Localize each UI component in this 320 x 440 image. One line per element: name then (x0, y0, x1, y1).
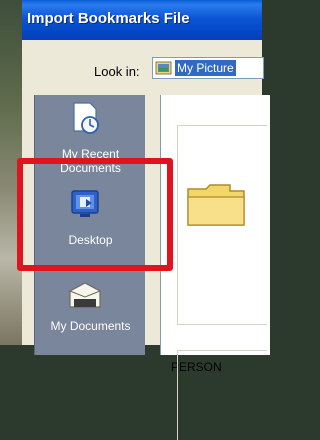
look-in-dropdown[interactable]: My Picture (152, 57, 264, 79)
recent-documents-icon (73, 102, 99, 134)
place-label: My Documents (50, 319, 131, 333)
dialog-title: Import Bookmarks File (27, 10, 190, 27)
my-documents-icon (69, 282, 101, 308)
file-list: PERSON (160, 95, 270, 440)
look-in-label: Look in: (94, 64, 140, 79)
folder-pictures-icon (155, 61, 172, 75)
place-my-documents[interactable]: My Documents (35, 277, 146, 347)
folder-icon (187, 184, 245, 226)
look-in-value: My Picture (175, 60, 236, 76)
file-item-thumbnail[interactable] (177, 125, 267, 325)
file-item-thumbnail[interactable] (177, 350, 267, 440)
annotation-highlight-box (17, 158, 173, 271)
title-bar[interactable]: Import Bookmarks File (22, 0, 262, 40)
